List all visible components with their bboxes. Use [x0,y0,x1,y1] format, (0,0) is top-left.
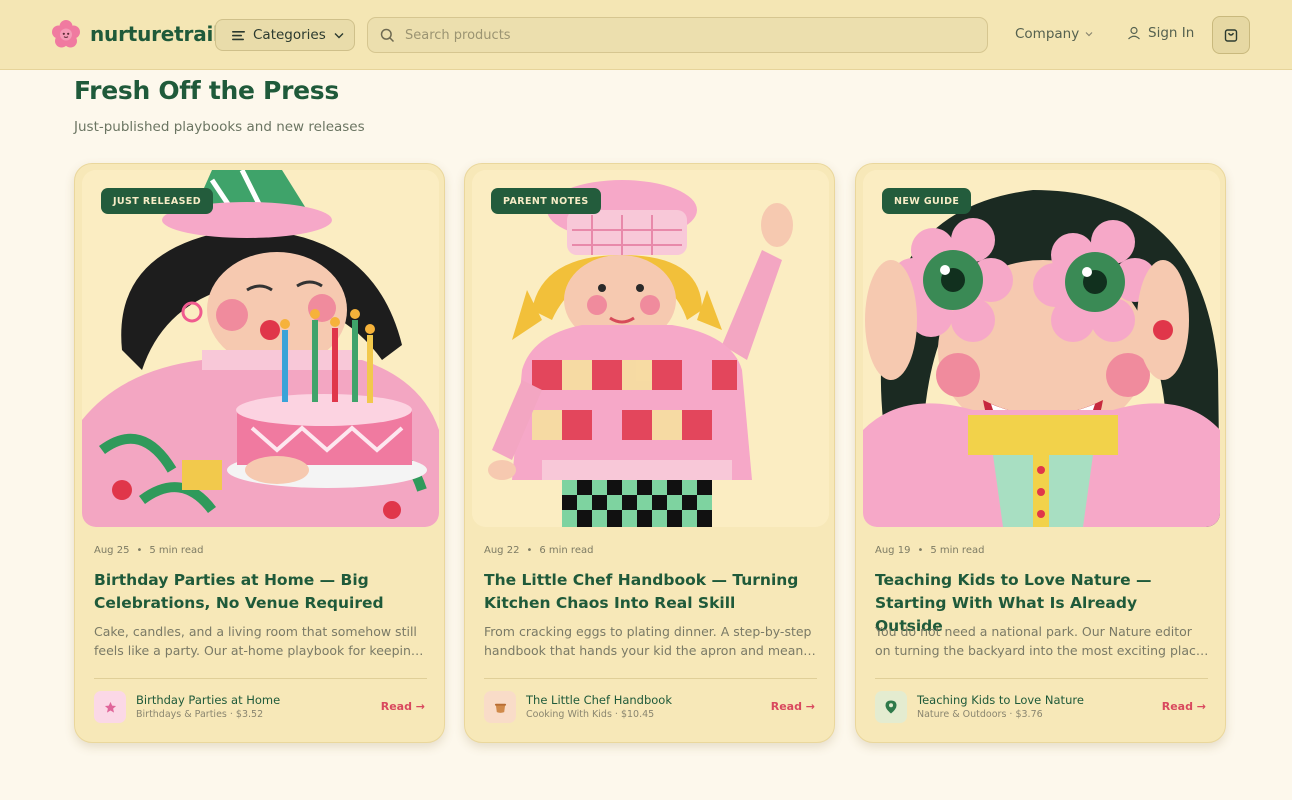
card-meta: Aug 25 • 5 min read [94,545,203,556]
chevron-down-icon [1085,32,1093,37]
article-card[interactable]: NEW GUIDE Aug 19 • 5 min read Teaching Kid… [855,163,1226,743]
card-divider [484,678,817,679]
article-card[interactable]: PARENT NOTES Aug 22 • 6 min read The Littl… [464,163,835,743]
card-title[interactable]: The Little Chef Handbook — Turning Kitch… [484,569,819,615]
sign-in-link[interactable]: Sign In [1127,25,1194,41]
nature-girl-illustration: NEW GUIDE [863,170,1220,527]
section-title: Fresh Off the Press [74,76,339,105]
card-description: From cracking eggs to plating dinner. A … [484,624,812,658]
little-chef-illustration: PARENT NOTES [472,170,829,527]
card-badge: PARENT NOTES [491,188,601,214]
publish-date: Aug 22 [484,545,520,556]
section-subtitle: Just-published playbooks and new release… [74,119,365,135]
categories-label: Categories [253,27,326,43]
read-link[interactable]: Read → [381,700,425,713]
card-divider [875,678,1208,679]
brand-logo[interactable]: nurturetrail [52,20,220,48]
flower-logo-icon [52,20,80,48]
search-icon [380,28,395,42]
publish-date: Aug 19 [875,545,911,556]
separator-dot: • [917,545,924,556]
company-menu[interactable]: Company [1015,26,1093,42]
publish-date: Aug 25 [94,545,130,556]
separator-dot: • [136,545,143,556]
product-icon [94,691,126,723]
sign-in-label: Sign In [1148,25,1195,41]
search-bar [367,17,988,53]
product-name[interactable]: Teaching Kids to Love Nature [917,693,1084,707]
card-title[interactable]: Birthday Parties at Home — Big Celebrati… [94,569,429,615]
search-input[interactable] [405,27,965,43]
read-time: 6 min read [539,545,594,556]
product-meta: Nature & Outdoors · $3.76 [917,709,1043,720]
card-description: Cake, candles, and a living room that so… [94,624,419,658]
card-meta: Aug 19 • 5 min read [875,545,984,556]
product-name[interactable]: Birthday Parties at Home [136,693,280,707]
pot-icon [494,703,506,713]
article-card[interactable]: JUST RELEASED Aug 25 • 5 min read Birthday… [74,163,445,743]
read-time: 5 min read [149,545,204,556]
star-icon [104,701,116,713]
product-icon [875,691,907,723]
card-divider [94,678,427,679]
product-meta: Cooking With Kids · $10.45 [526,709,655,720]
user-icon [1128,26,1140,40]
brand-name: nurturetrail [90,22,220,46]
chevron-down-icon [334,32,344,38]
card-badge: JUST RELEASED [101,188,213,214]
company-label: Company [1015,26,1080,42]
card-meta: Aug 22 • 6 min read [484,545,593,556]
card-badge: NEW GUIDE [882,188,972,214]
birthday-girl-illustration: JUST RELEASED [82,170,439,527]
separator-dot: • [526,545,533,556]
read-link[interactable]: Read → [1162,700,1206,713]
product-name[interactable]: The Little Chef Handbook [526,693,672,707]
map-pin-icon [885,700,897,714]
top-navigation-bar: nurturetrail Categories Company Sign In [0,0,1292,70]
read-time: 5 min read [930,545,985,556]
card-description: You do not need a national park. Our Nat… [875,624,1204,658]
cart-button[interactable] [1212,16,1250,54]
menu-icon [232,30,245,40]
product-icon [484,691,516,723]
categories-button[interactable]: Categories [215,19,355,51]
read-link[interactable]: Read → [771,700,815,713]
product-meta: Birthdays & Parties · $3.52 [136,709,264,720]
shopping-bag-icon [1224,29,1238,42]
